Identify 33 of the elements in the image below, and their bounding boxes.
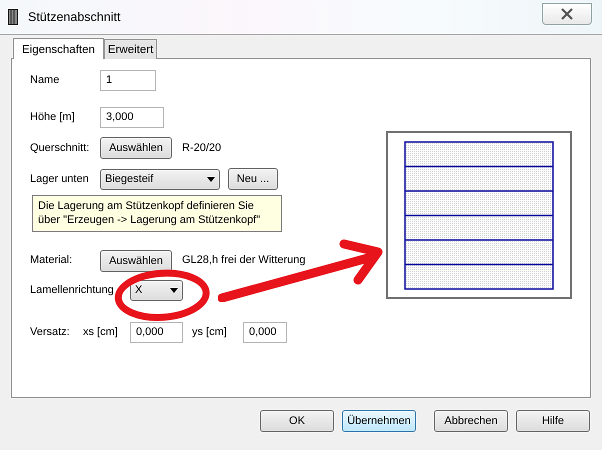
caret-icon xyxy=(207,176,215,182)
field-label: xs [cm] xyxy=(83,325,119,340)
column-icon xyxy=(8,9,18,25)
dialog-button[interactable]: Hilfe xyxy=(516,410,590,432)
offset-field[interactable]: 0,000 xyxy=(130,322,183,344)
new-button[interactable]: Neu ... xyxy=(228,168,278,190)
support-dropdown[interactable]: Biegesteif xyxy=(100,168,220,190)
dialog-button[interactable]: Übernehmen xyxy=(342,410,416,432)
direction-dropdown[interactable]: X xyxy=(130,280,183,302)
name-field[interactable]: 1 xyxy=(100,70,156,90)
select-button[interactable]: Auswählen xyxy=(100,137,172,159)
field-label: Höhe [m] xyxy=(30,110,76,125)
offset-field[interactable]: 0,000 xyxy=(243,322,287,344)
caret-icon xyxy=(170,288,178,294)
close-button[interactable] xyxy=(542,3,592,25)
field-value: GL28,h frei der Witterung xyxy=(182,253,306,268)
field-label: Lager unten xyxy=(30,172,90,187)
dialog-button[interactable]: OK xyxy=(260,410,334,432)
dialog-button[interactable]: Abbrechen xyxy=(434,410,508,432)
height-field[interactable]: 3,000 xyxy=(100,106,164,128)
info-note: Die Lagerung am Stützenkopf definieren Sie über "Erzeugen -> Lagerung am Stützenkopf" xyxy=(32,195,282,232)
field-label: Querschnitt: xyxy=(30,140,90,156)
tab[interactable]: Erweitert xyxy=(104,38,158,59)
tab[interactable]: Eigenschaften xyxy=(13,38,104,59)
field-label: Material: xyxy=(30,253,74,268)
close-icon xyxy=(560,8,574,20)
field-label: ys [cm] xyxy=(192,325,228,340)
field-label: Name xyxy=(30,72,60,88)
window-title: Stützenabschnitt xyxy=(28,8,120,26)
field-label: Versatz: xyxy=(30,325,71,340)
field-value: R-20/20 xyxy=(182,140,222,156)
field-label: Lamellenrichtung xyxy=(30,283,115,298)
select-button[interactable]: Auswählen xyxy=(100,250,172,272)
